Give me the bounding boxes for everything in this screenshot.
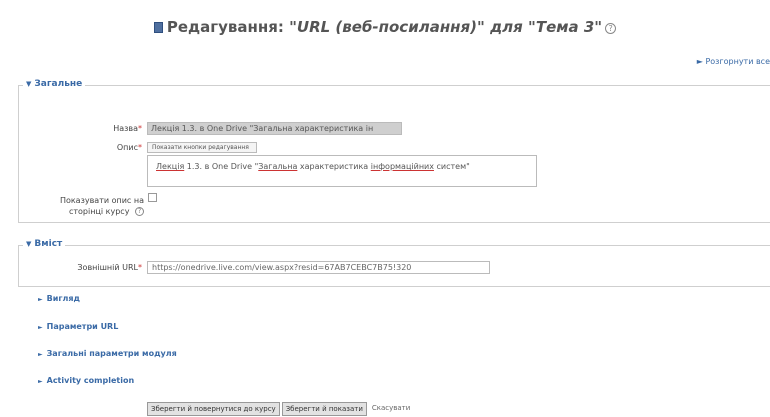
section-appearance[interactable]: ► Вигляд: [38, 294, 80, 303]
url-module-icon: [153, 22, 163, 33]
section-activity-completion[interactable]: ► Activity completion: [38, 376, 134, 385]
help-icon[interactable]: ?: [605, 23, 617, 34]
description-editor[interactable]: Лекція 1.3. в One Drive "Загальна характ…: [147, 155, 537, 187]
general-section-legend[interactable]: ▼ Загальне: [23, 79, 86, 89]
page-title: Редагування: "URL (веб-посилання)" для "…: [0, 18, 770, 36]
page-title-prefix: Редагування:: [166, 18, 290, 36]
cancel-button[interactable]: Скасувати: [369, 402, 413, 416]
show-description-label: Показувати опис на сторінці курсу ?: [59, 196, 144, 216]
expand-all-link[interactable]: ► Розгорнути все: [697, 57, 770, 66]
content-section-legend[interactable]: ▼ Вміст: [23, 239, 66, 249]
editor-toolbar-toggle[interactable]: Показати кнопки редагування: [147, 142, 257, 153]
save-return-button[interactable]: Зберегти й повернутися до курсу: [147, 402, 280, 416]
external-url-input[interactable]: https://onedrive.live.com/view.aspx?resi…: [147, 261, 490, 274]
form-buttons: Зберегти й повернутися до курсу Зберегти …: [147, 402, 415, 416]
name-field-label: Назва*: [113, 124, 142, 133]
description-field-label: Опис*: [116, 143, 142, 152]
help-icon[interactable]: ?: [135, 207, 144, 216]
show-description-checkbox[interactable]: [148, 193, 157, 202]
page-title-main: "URL (веб-посилання)" для "Тема 3": [289, 18, 603, 36]
section-url-parameters[interactable]: ► Параметри URL: [38, 322, 118, 331]
external-url-label: Зовнішній URL*: [77, 263, 142, 272]
name-input[interactable]: Лекція 1.3. в One Drive "Загальна характ…: [147, 122, 402, 135]
section-module-settings[interactable]: ► Загальні параметри модуля: [38, 349, 177, 358]
save-show-button[interactable]: Зберегти й показати: [281, 402, 367, 416]
